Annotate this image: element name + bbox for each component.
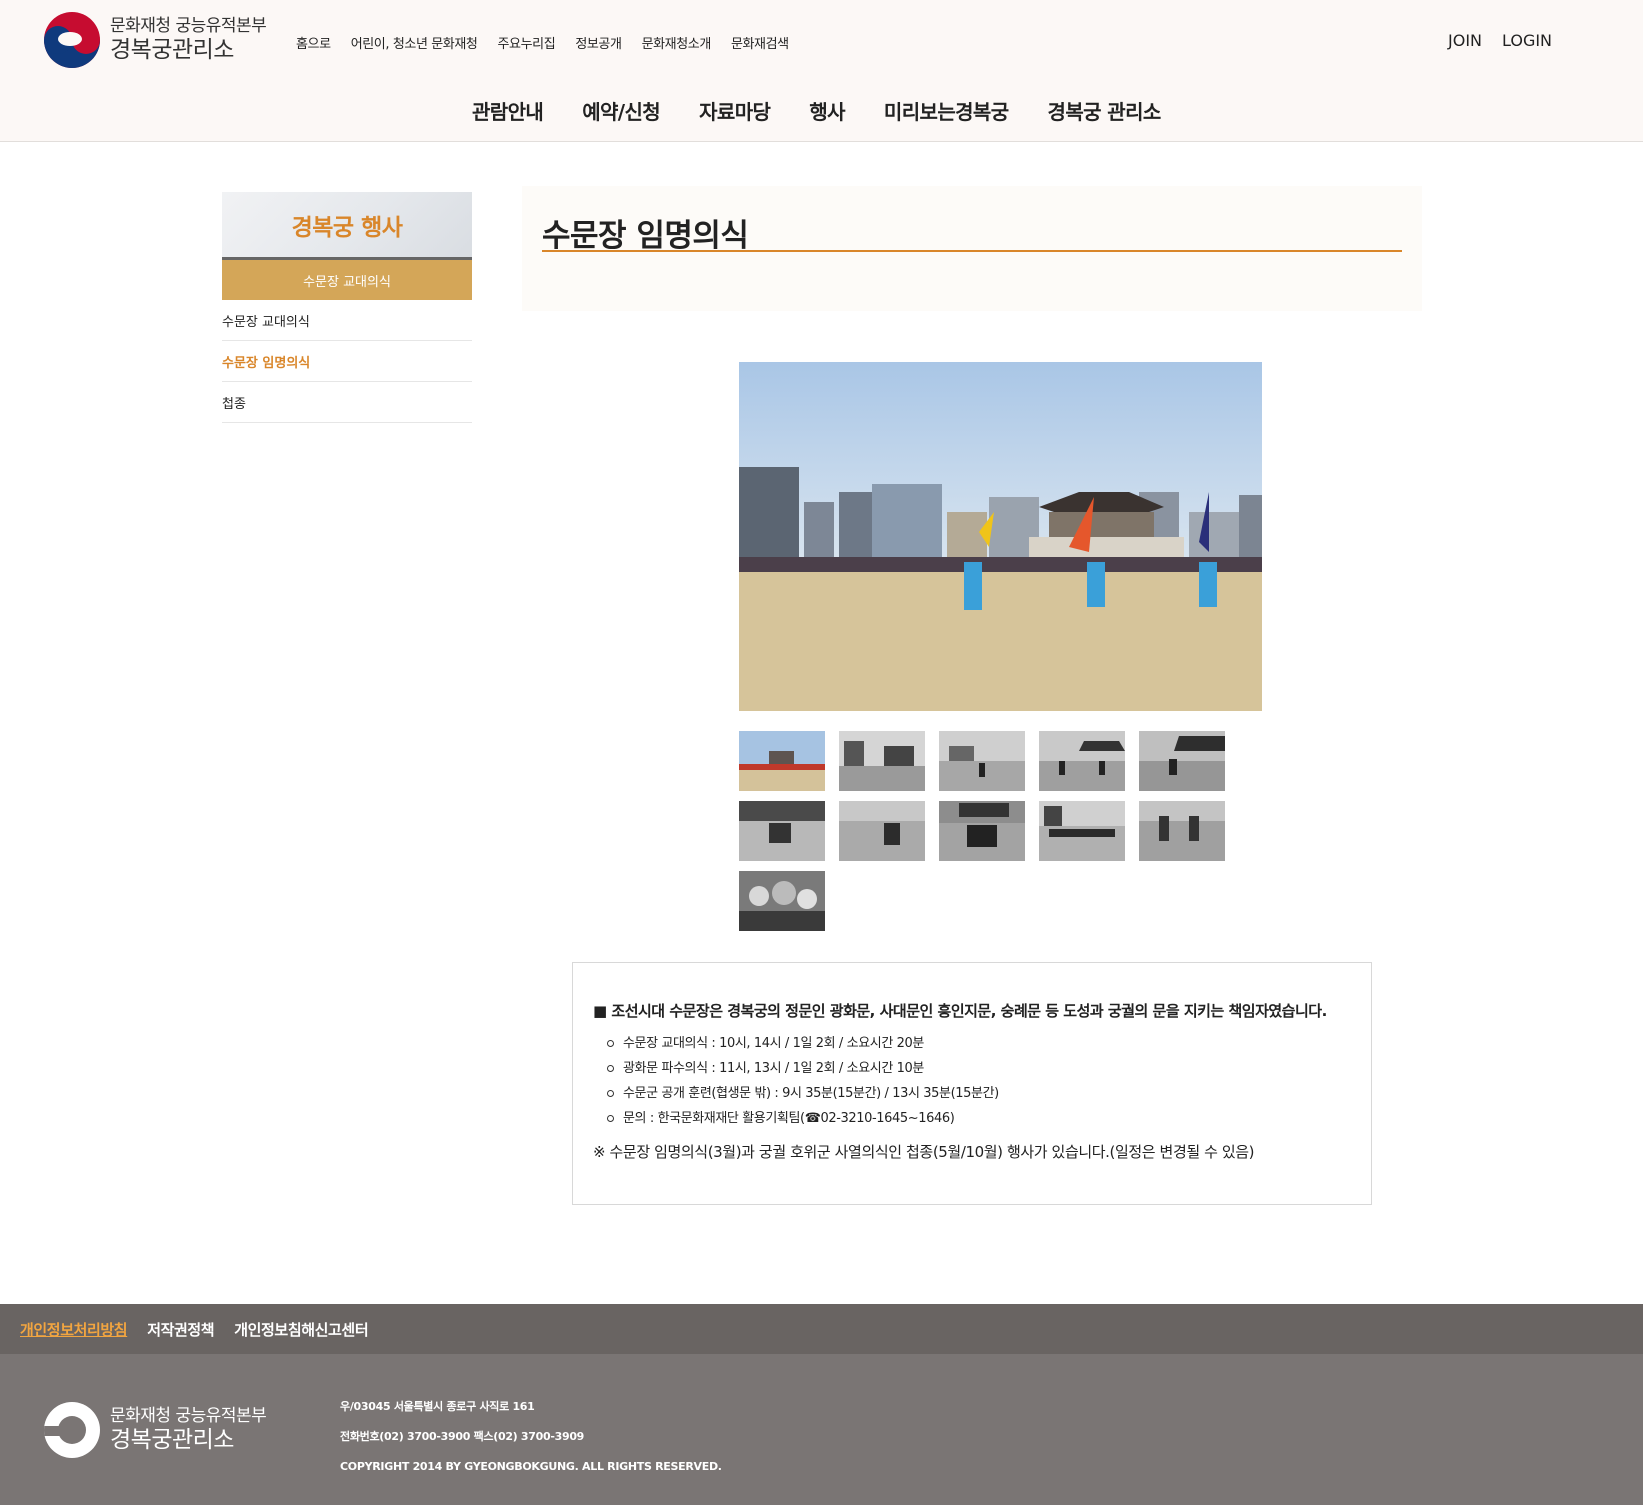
sidebar-header: 경복궁 행사 — [222, 192, 472, 260]
bullet-icon — [607, 1065, 614, 1072]
bullet-icon — [607, 1040, 614, 1047]
sidebar-list: 수문장 교대의식 수문장 임명의식 첩종 — [222, 300, 472, 423]
footer-phone: 전화번호(02) 3700-3900 팩스(02) 3700-3909 — [340, 1430, 585, 1443]
privacy-report-link[interactable]: 개인정보침해신고센터 — [234, 1319, 368, 1340]
site-logo[interactable]: 문화재청 궁능유적본부 경복궁관리소 — [44, 12, 267, 68]
list-item: 수문장 교대의식 : 10시, 14시 / 1일 2회 / 소요시간 20분 — [607, 1031, 1351, 1056]
info-lead: ■ 조선시대 수문장은 경복궁의 정문인 광화문, 사대문인 흥인지문, 숭례문… — [593, 1002, 1327, 1020]
sidebar-item-cheopjong[interactable]: 첩종 — [222, 382, 472, 423]
nav-item-preview[interactable]: 미리보는경복궁 — [884, 96, 1009, 125]
footer-org-main: 경복궁관리소 — [110, 1426, 234, 1453]
utility-nav: 홈으로 어린이, 청소년 문화재청 주요누리집 정보공개 문화재청소개 문화재검… — [296, 33, 789, 52]
footer-address: 우/03045 서울특별시 종로구 사직로 161 — [340, 1400, 535, 1413]
main-nav: 관람안내 예약/신청 자료마당 행사 미리보는경복궁 경복궁 관리소 — [472, 96, 1161, 125]
util-link-disclosure[interactable]: 정보공개 — [575, 33, 622, 52]
schedule-list: 수문장 교대의식 : 10시, 14시 / 1일 2회 / 소요시간 20분 광… — [607, 1031, 1351, 1131]
bullet-icon — [607, 1090, 614, 1097]
thumbnail-11[interactable] — [739, 871, 825, 931]
taegeuk-emblem-icon — [44, 1402, 100, 1458]
nav-item-office[interactable]: 경복궁 관리소 — [1048, 96, 1162, 125]
list-item: 문의 : 한국문화재재단 활용기획팀(☎02-3210-1645~1646) — [607, 1106, 1351, 1131]
footer-copyright: COPYRIGHT 2014 BY GYEONGBOKGUNG. ALL RIG… — [340, 1460, 722, 1473]
sidebar-active-category[interactable]: 수문장 교대의식 — [222, 260, 472, 300]
info-box: ■ 조선시대 수문장은 경복궁의 정문인 광화문, 사대문인 흥인지문, 숭례문… — [572, 962, 1372, 1205]
thumbnail-1[interactable] — [739, 731, 825, 791]
footer-org-sub: 문화재청 궁능유적본부 — [110, 1406, 267, 1426]
ceremony-photo — [739, 362, 1262, 711]
util-link-search[interactable]: 문화재검색 — [731, 33, 789, 52]
bullet-icon — [607, 1115, 614, 1122]
nav-item-reservation[interactable]: 예약/신청 — [582, 96, 661, 125]
nav-item-guide[interactable]: 관람안내 — [472, 96, 544, 125]
nav-item-resources[interactable]: 자료마당 — [699, 96, 771, 125]
thumbnail-8[interactable] — [939, 801, 1025, 861]
thumbnail-7[interactable] — [839, 801, 925, 861]
util-link-sites[interactable]: 주요누리집 — [498, 33, 556, 52]
copyright-policy-link[interactable]: 저작권정책 — [147, 1319, 214, 1340]
footer-links: 개인정보처리방침 저작권정책 개인정보침해신고센터 — [0, 1304, 1643, 1354]
footer-info: 우/03045 서울특별시 종로구 사직로 161 전화번호(02) 3700-… — [340, 1392, 722, 1482]
content-header: 수문장 임명의식 — [522, 186, 1422, 311]
thumbnail-6[interactable] — [739, 801, 825, 861]
thumbnail-9[interactable] — [1039, 801, 1125, 861]
title-underline — [542, 250, 1402, 252]
page-title: 수문장 임명의식 — [542, 218, 749, 254]
util-link-about[interactable]: 문화재청소개 — [642, 33, 712, 52]
info-note: ※ 수문장 임명의식(3월)과 궁궐 호위군 사열의식인 첩종(5월/10월) … — [593, 1143, 1255, 1161]
thumbnail-10[interactable] — [1139, 801, 1225, 861]
thumbnail-2[interactable] — [839, 731, 925, 791]
privacy-policy-link[interactable]: 개인정보처리방침 — [20, 1319, 128, 1340]
org-main-name: 경복궁관리소 — [110, 36, 234, 63]
nav-item-events[interactable]: 행사 — [809, 96, 845, 125]
thumbnail-4[interactable] — [1039, 731, 1125, 791]
thumbnail-5[interactable] — [1139, 731, 1225, 791]
site-header: 문화재청 궁능유적본부 경복궁관리소 홈으로 어린이, 청소년 문화재청 주요누… — [0, 0, 1643, 142]
site-footer: 문화재청 궁능유적본부 경복궁관리소 우/03045 서울특별시 종로구 사직로… — [0, 1354, 1643, 1505]
main-photo — [739, 362, 1262, 711]
list-item: 수문군 공개 훈련(협생문 밖) : 9시 35분(15분간) / 13시 35… — [607, 1081, 1351, 1106]
thumbnail-3[interactable] — [939, 731, 1025, 791]
footer-logo: 문화재청 궁능유적본부 경복궁관리소 — [44, 1402, 267, 1458]
sidebar: 경복궁 행사 수문장 교대의식 수문장 교대의식 수문장 임명의식 첩종 — [222, 192, 472, 423]
util-link-home[interactable]: 홈으로 — [296, 33, 331, 52]
taegeuk-emblem-icon — [44, 12, 100, 68]
join-link[interactable]: JOIN — [1448, 31, 1482, 50]
sidebar-item-guard-change[interactable]: 수문장 교대의식 — [222, 300, 472, 341]
sidebar-title: 경복궁 행사 — [291, 214, 403, 241]
login-link[interactable]: LOGIN — [1502, 31, 1552, 50]
util-link-kids[interactable]: 어린이, 청소년 문화재청 — [351, 33, 478, 52]
org-sub-name: 문화재청 궁능유적본부 — [110, 16, 267, 36]
auth-links: JOIN LOGIN — [1448, 31, 1552, 50]
list-item: 광화문 파수의식 : 11시, 13시 / 1일 2회 / 소요시간 10분 — [607, 1056, 1351, 1081]
sidebar-item-appointment[interactable]: 수문장 임명의식 — [222, 341, 472, 382]
